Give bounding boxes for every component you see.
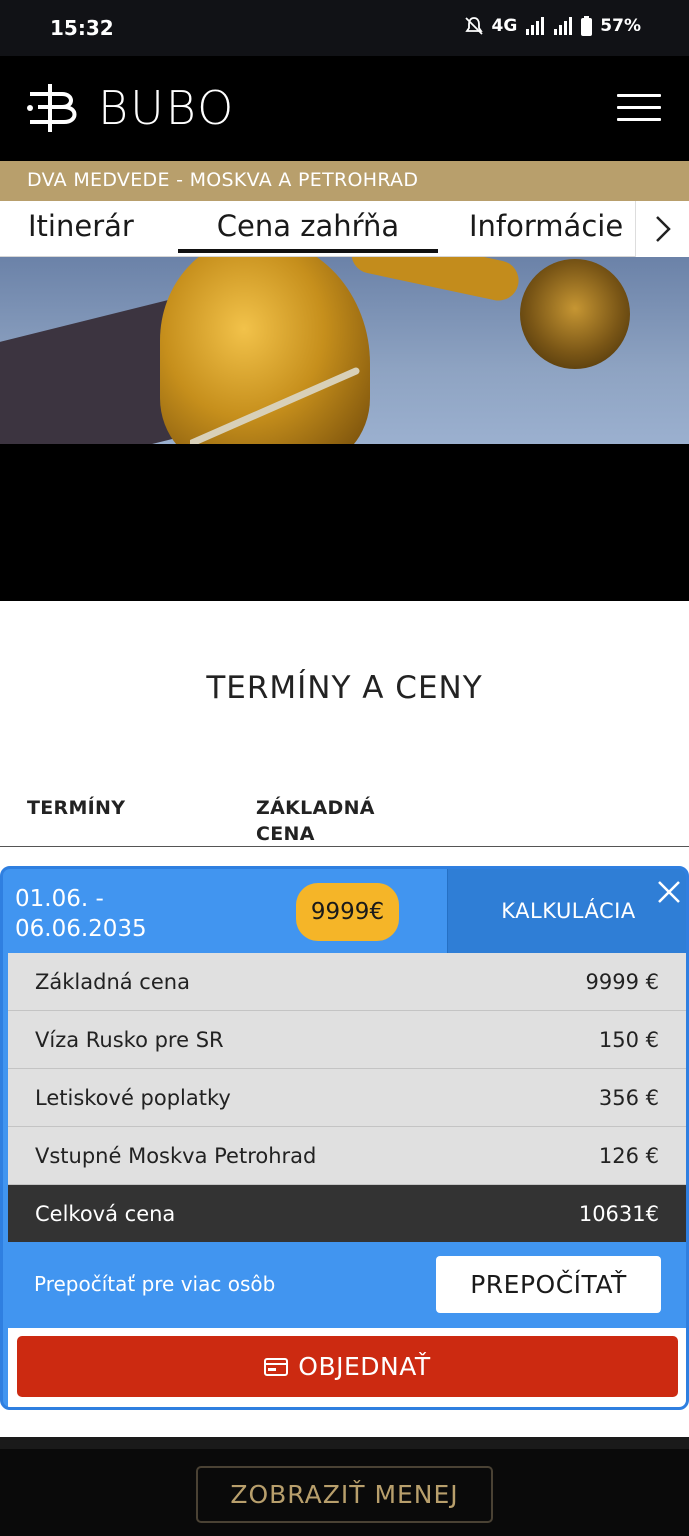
table-header-divider: [0, 846, 689, 847]
chevron-right-icon: [655, 216, 671, 242]
hero-medusa-head: [520, 259, 630, 369]
calculation-tab[interactable]: KALKULÁCIA: [447, 869, 686, 953]
tour-title-band: DVA MEDVEDE - MOSKVA A PETROHRAD: [0, 161, 689, 201]
calculation-label: KALKULÁCIA: [501, 899, 636, 923]
column-header-price: ZÁKLADNÁ CENA: [256, 795, 375, 847]
price-row-value: 356 €: [598, 1085, 659, 1110]
price-row: Víza Rusko pre SR 150 €: [8, 1011, 686, 1069]
tab-itinerar[interactable]: Itinerár: [28, 209, 134, 243]
status-bar: 15:32 4G 57%: [0, 0, 689, 56]
total-price-label: Celková cena: [35, 1201, 176, 1226]
price-calculation-card: 01.06. - 06.06.2035 9999€ KALKULÁCIA Zák…: [0, 866, 689, 1410]
price-row-value: 150 €: [598, 1027, 659, 1052]
hero-statue-arm: [347, 257, 523, 305]
column-header-terms: TERMÍNY: [27, 797, 126, 819]
close-icon[interactable]: [656, 879, 682, 905]
order-button-wrap: OBJEDNAŤ: [8, 1328, 686, 1407]
show-less-button[interactable]: ZOBRAZIŤ MENEJ: [196, 1466, 493, 1523]
section-title: TERMÍNY A CENY: [206, 670, 483, 706]
order-button-label: OBJEDNAŤ: [298, 1352, 431, 1381]
column-header-price-line-2: CENA: [256, 823, 315, 845]
recalculate-label: Prepočítať pre viac osôb: [34, 1272, 276, 1296]
price-badge: 9999€: [296, 883, 399, 941]
brand-name: BUBO: [98, 81, 236, 135]
price-row-label: Základná cena: [35, 969, 190, 994]
site-header: BUBO: [0, 56, 689, 161]
tour-title: DVA MEDVEDE - MOSKVA A PETROHRAD: [27, 169, 419, 191]
column-header-price-line-1: ZÁKLADNÁ: [256, 797, 375, 819]
hero-image: [0, 257, 689, 444]
bottom-bar: ZOBRAZIŤ MENEJ: [0, 1437, 689, 1536]
order-button[interactable]: OBJEDNAŤ: [17, 1336, 678, 1397]
price-row-value: 9999 €: [585, 969, 659, 994]
tab-cena-zahrna[interactable]: Cena zahŕňa: [178, 209, 438, 253]
price-row-label: Víza Rusko pre SR: [35, 1027, 224, 1052]
term-date-end: 06.06.2035: [15, 916, 147, 942]
price-rows: Základná cena 9999 € Víza Rusko pre SR 1…: [8, 953, 686, 1242]
signal-icon-2: [554, 17, 573, 35]
term-dates: 01.06. - 06.06.2035: [15, 884, 147, 944]
tab-informacie[interactable]: Informácie: [469, 209, 623, 243]
tabs-next-button[interactable]: [635, 201, 689, 257]
hamburger-menu-button[interactable]: [617, 94, 663, 126]
network-label: 4G: [491, 16, 518, 36]
brand-logo[interactable]: BUBO: [26, 80, 235, 136]
hero-sword: [190, 367, 360, 444]
total-price-value: 10631€: [578, 1201, 659, 1226]
credit-card-icon: [264, 1357, 289, 1376]
status-time: 15:32: [50, 16, 114, 40]
price-row: Základná cena 9999 €: [8, 953, 686, 1011]
term-date-start: 01.06. -: [15, 886, 104, 912]
battery-icon: [581, 16, 593, 36]
battery-label: 57%: [600, 16, 641, 36]
price-row-value: 126 €: [598, 1143, 659, 1168]
hero-black-band: [0, 444, 689, 601]
price-row-label: Vstupné Moskva Petrohrad: [35, 1143, 317, 1168]
recalculate-button[interactable]: PREPOČÍTAŤ: [436, 1256, 661, 1313]
total-price-row: Celková cena 10631€: [8, 1185, 686, 1242]
signal-icon: [526, 17, 545, 35]
tab-bar: Itinerár Cena zahŕňa Informácie: [0, 201, 689, 257]
price-row: Letiskové poplatky 356 €: [8, 1069, 686, 1127]
mute-icon: [464, 17, 483, 35]
price-row: Vstupné Moskva Petrohrad 126 €: [8, 1127, 686, 1185]
status-icons: 4G 57%: [464, 16, 641, 36]
bubo-logo-icon: [27, 84, 77, 132]
price-row-label: Letiskové poplatky: [35, 1085, 231, 1110]
